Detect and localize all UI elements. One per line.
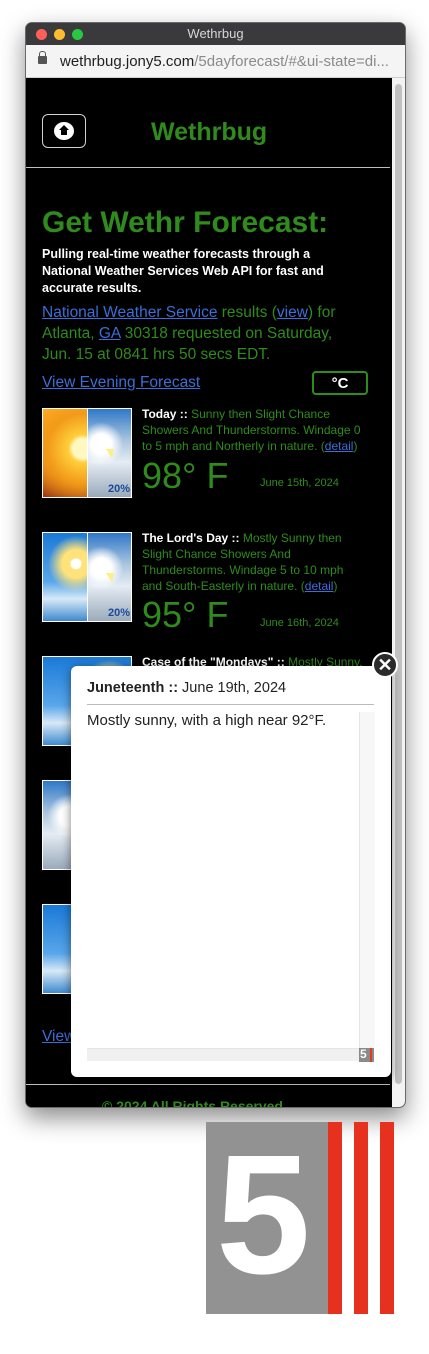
address-bar[interactable]: wethrbug.jony5.com/5dayforecast/#&ui-sta… bbox=[26, 45, 405, 78]
day-temperature: 98° F bbox=[142, 455, 229, 496]
dialog-horizontal-scrollbar[interactable] bbox=[87, 1048, 359, 1061]
forecast-detail-dialog: Juneteenth :: June 19th, 2024 Mostly sun… bbox=[71, 666, 391, 1077]
lightning-icon bbox=[106, 573, 114, 589]
evening-forecast-link[interactable]: View Evening Forecast bbox=[42, 374, 200, 392]
close-window-icon[interactable] bbox=[36, 29, 47, 40]
weather-thumbnails: 20% bbox=[42, 408, 132, 498]
forecast-day: 20% The Lord's Day :: Mostly Sunny then … bbox=[42, 531, 377, 635]
close-dialog-button[interactable]: ✕ bbox=[372, 652, 398, 678]
url-text[interactable]: wethrbug.jony5.com/5dayforecast/#&ui-sta… bbox=[60, 45, 395, 78]
celsius-toggle-button[interactable]: °C bbox=[312, 371, 368, 395]
weather-thumbnails: 20% bbox=[42, 532, 132, 622]
request-info: National Weather Service results (view) … bbox=[42, 304, 336, 363]
sunny-hot-weather-icon bbox=[43, 409, 87, 497]
lightning-icon bbox=[106, 449, 114, 465]
lock-icon bbox=[38, 51, 47, 64]
day-date: June 16th, 2024 bbox=[260, 617, 339, 629]
dialog-divider bbox=[87, 704, 374, 705]
jony5-logo-icon: 5 bbox=[206, 1120, 394, 1314]
thunderstorm-weather-icon: 20% bbox=[88, 533, 131, 621]
forecast-day: 20% Today :: Sunny then Slight Chance Sh… bbox=[42, 407, 377, 503]
detail-link[interactable]: detail bbox=[325, 439, 354, 453]
window-title: Wethrbug bbox=[187, 26, 244, 41]
maximize-window-icon[interactable] bbox=[72, 29, 83, 40]
intro-text: Pulling real-time weather forecasts thro… bbox=[42, 247, 324, 295]
page-scrollbar-thumb[interactable] bbox=[395, 84, 402, 1084]
day-description: Today :: Sunny then Slight Chance Shower… bbox=[142, 407, 361, 453]
thunderstorm-weather-icon: 20% bbox=[88, 409, 131, 497]
dialog-title: Juneteenth :: June 19th, 2024 bbox=[87, 680, 287, 696]
day-description: The Lord's Day :: Mostly Sunny then Slig… bbox=[142, 531, 344, 593]
title-bar: Wethrbug bbox=[26, 23, 405, 45]
copyright-text: © 2024 All Rights Reserved. bbox=[102, 1098, 287, 1108]
precip-chance: 20% bbox=[107, 483, 130, 495]
dialog-body-text: Mostly sunny, with a high near 92°F. bbox=[87, 712, 327, 729]
detail-link[interactable]: detail bbox=[305, 579, 334, 593]
state-link[interactable]: GA bbox=[99, 325, 121, 342]
dialog-vertical-scrollbar[interactable] bbox=[359, 712, 375, 1048]
home-button[interactable] bbox=[42, 114, 86, 148]
home-icon bbox=[54, 122, 74, 140]
page-title: Get Wethr Forecast: bbox=[42, 206, 329, 239]
header-divider bbox=[26, 167, 390, 168]
day-date: June 15th, 2024 bbox=[260, 477, 339, 489]
day-temperature: 95° F bbox=[142, 594, 229, 635]
nws-link[interactable]: National Weather Service bbox=[42, 304, 217, 321]
precip-chance: 20% bbox=[107, 607, 130, 619]
dialog-logo-icon: 5 bbox=[359, 1048, 374, 1062]
footer-divider bbox=[26, 1084, 390, 1085]
brand-title: Wethrbug bbox=[151, 118, 268, 146]
mostly-sunny-weather-icon bbox=[43, 533, 87, 621]
minimize-window-icon[interactable] bbox=[54, 29, 65, 40]
view-link[interactable]: view bbox=[277, 304, 308, 321]
